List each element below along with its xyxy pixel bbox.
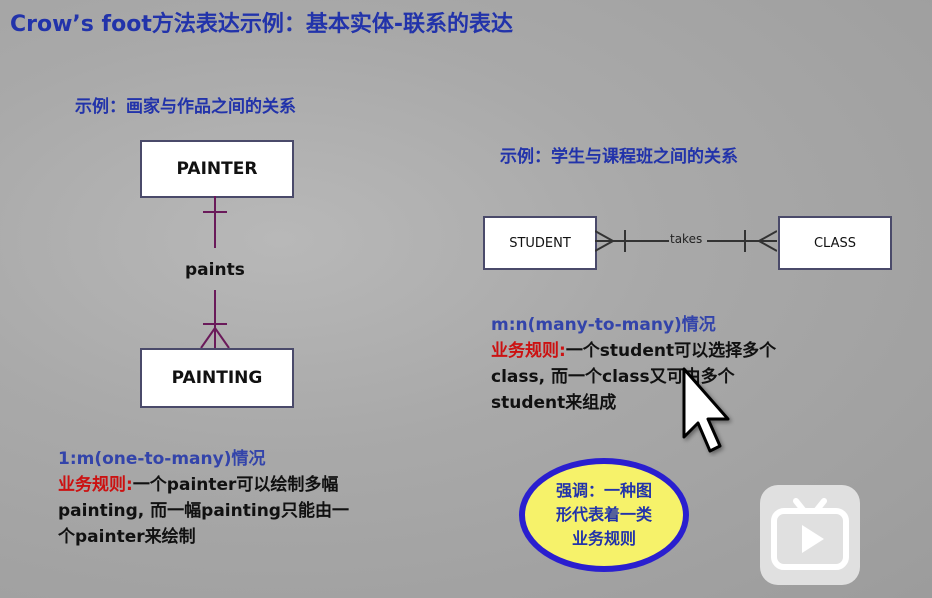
right-rule-title: m:n(many-to-many)情况: [491, 315, 716, 335]
left-rule-title: 1:m(one-to-many)情况: [58, 449, 266, 469]
play-button[interactable]: [760, 485, 860, 585]
crow-foot-left-a: [595, 230, 614, 242]
crow-foot-right: [214, 327, 230, 349]
crow-foot-right-b: [758, 240, 777, 252]
class-entity: CLASS: [778, 216, 892, 270]
right-rule-text-1: 一个student可以选择多个: [565, 341, 777, 361]
crow-foot-left: [200, 327, 216, 349]
left-rule-text-1: 一个painter可以绘制多幅: [132, 475, 339, 495]
crows-foot-symbols: [200, 211, 230, 349]
left-rule-text-3: 个painter来绘制: [58, 527, 196, 547]
left-rule-text-2: painting, 而一幅painting只能由一: [58, 501, 349, 521]
slide-title: Crow’s foot方法表达示例：基本实体-联系的表达: [10, 12, 513, 37]
left-heading: 示例：画家与作品之间的关系: [75, 97, 296, 117]
painter-entity: PAINTER: [140, 140, 294, 198]
crow-foot-left-b: [595, 240, 614, 252]
right-rule-key: 业务规则:: [491, 341, 566, 361]
relationship-label-takes: takes: [670, 232, 703, 246]
emphasis-callout: 强调：一种图 形代表着一类 业务规则: [519, 458, 689, 572]
crow-foot-right-a: [758, 230, 777, 242]
callout-line-1: 强调：一种图: [555, 481, 652, 500]
callout-line-2: 形代表着一类: [555, 505, 652, 524]
student-entity: STUDENT: [483, 216, 597, 270]
callout-line-3: 业务规则: [571, 529, 636, 548]
left-rule-block: 1:m(one-to-many)情况 业务规则:一个painter可以绘制多幅 …: [58, 446, 458, 550]
mouse-cursor-icon: [682, 367, 730, 453]
play-icon: [771, 498, 849, 570]
right-heading: 示例：学生与课程班之间的关系: [500, 147, 738, 167]
painting-entity: PAINTING: [140, 348, 294, 408]
left-rule-key: 业务规则:: [58, 475, 133, 495]
slide: Crow’s foot方法表达示例：基本实体-联系的表达 示例：画家与作品之间的…: [0, 0, 932, 598]
